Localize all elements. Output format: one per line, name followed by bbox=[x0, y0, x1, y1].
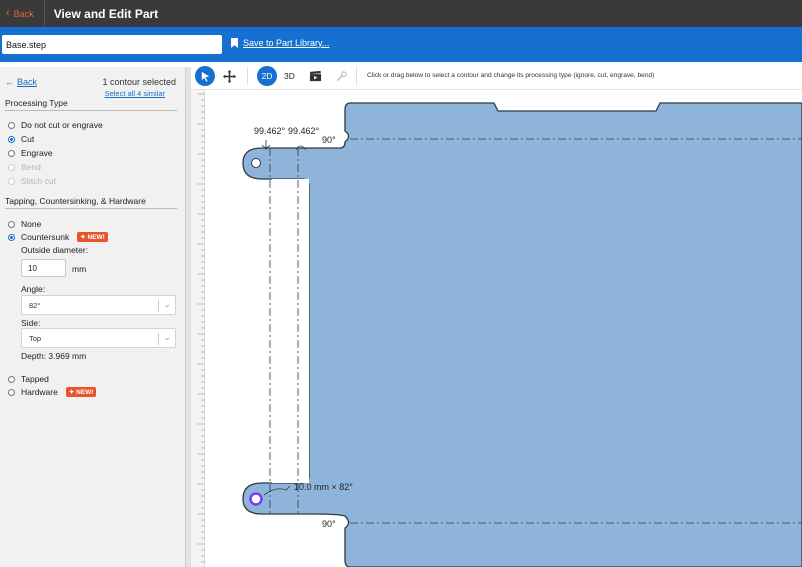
outside-diameter-label: Outside diameter: bbox=[21, 245, 89, 255]
side-label: Side: bbox=[21, 318, 41, 328]
panel-back-link[interactable]: ← Back bbox=[5, 77, 37, 87]
chevron-down-icon: ⌄ bbox=[163, 299, 171, 309]
countersink-annotation: 10.0 mm × 82° bbox=[294, 482, 353, 492]
angle-label: Angle: bbox=[21, 284, 46, 294]
option-label: Stitch cut bbox=[21, 176, 56, 186]
option-cut[interactable]: Cut bbox=[8, 134, 34, 144]
animate-button[interactable] bbox=[305, 66, 325, 86]
header-back-label: Back bbox=[13, 8, 34, 19]
option-tapped[interactable]: Tapped bbox=[8, 374, 49, 384]
option-hardware[interactable]: Hardware ✦ NEW! bbox=[8, 387, 97, 397]
processing-type-heading: Processing Type bbox=[5, 98, 177, 111]
option-do-not-cut[interactable]: Do not cut or engrave bbox=[8, 120, 103, 130]
radio-button[interactable] bbox=[8, 121, 15, 129]
vertical-ruler bbox=[191, 90, 205, 567]
option-label: Do not cut or engrave bbox=[21, 120, 103, 130]
part-drawing[interactable]: 99.462° 99.462° 90° 90° 10.0 mm × 82° bbox=[191, 90, 802, 567]
radio-button-disabled bbox=[8, 163, 15, 171]
hole-top bbox=[251, 158, 261, 168]
slot-cutout bbox=[272, 179, 309, 483]
option-label: Hardware bbox=[21, 387, 58, 397]
chevron-left-icon: ‹ bbox=[6, 7, 10, 19]
pan-tool-button[interactable] bbox=[219, 66, 239, 86]
option-label: Cut bbox=[21, 134, 35, 144]
save-to-library-label: Save to Part Library... bbox=[243, 38, 330, 48]
part-canvas[interactable]: 99.462° 99.462° 90° 90° 10.0 mm × 82° bbox=[191, 90, 802, 567]
angle-label-right: 99.462° bbox=[288, 126, 320, 136]
option-engrave[interactable]: Engrave bbox=[8, 148, 53, 158]
option-label: Engrave bbox=[21, 148, 53, 158]
new-badge: ✦ NEW! bbox=[77, 232, 108, 242]
option-bend: Bend bbox=[8, 162, 41, 172]
option-stitch-cut: Stitch cut bbox=[8, 176, 56, 186]
option-label: Tapped bbox=[21, 374, 49, 384]
save-to-library-link[interactable]: Save to Part Library... bbox=[231, 38, 329, 48]
chevron-down-icon: ⌄ bbox=[163, 332, 171, 342]
unit-label: mm bbox=[72, 264, 87, 274]
bookmark-icon bbox=[231, 38, 238, 48]
tapping-heading: Tapping, Countersinking, & Hardware bbox=[5, 196, 177, 209]
radio-button[interactable] bbox=[8, 375, 15, 383]
page-title: View and Edit Part bbox=[53, 6, 159, 21]
option-countersunk[interactable]: Countersunk ✦ NEW! bbox=[8, 232, 108, 242]
contour-count: 1 contour selected bbox=[102, 77, 176, 87]
filename-input[interactable] bbox=[2, 35, 222, 54]
option-label: Bend bbox=[21, 162, 41, 172]
new-badge: ✦ NEW! bbox=[65, 387, 97, 397]
option-label: None bbox=[21, 219, 42, 229]
measure-tool-button[interactable] bbox=[331, 66, 351, 86]
file-bar: Save to Part Library... bbox=[0, 27, 802, 62]
radio-button-selected[interactable] bbox=[8, 233, 15, 241]
angle-value: 82° bbox=[29, 301, 41, 310]
option-label: Countersunk bbox=[21, 232, 70, 242]
panel-back-label: Back bbox=[17, 77, 38, 87]
bend-angle-top: 90° bbox=[322, 135, 336, 145]
radio-button-selected[interactable] bbox=[8, 135, 15, 143]
toolbar-hint: Click or drag below to select a contour … bbox=[367, 72, 655, 79]
clapperboard-icon bbox=[309, 70, 321, 82]
side-select[interactable]: Top ⌄ bbox=[21, 328, 176, 348]
outside-diameter-input[interactable] bbox=[21, 259, 66, 277]
radio-button[interactable] bbox=[8, 149, 15, 157]
select-tool-button[interactable] bbox=[195, 66, 215, 86]
header-back-button[interactable]: ‹ Back bbox=[0, 0, 45, 27]
move-icon bbox=[222, 69, 236, 83]
radio-button[interactable] bbox=[8, 388, 15, 396]
option-none[interactable]: None bbox=[8, 219, 41, 229]
depth-readout: Depth: 3.969 mm bbox=[21, 351, 87, 361]
radio-button-disabled bbox=[8, 177, 15, 185]
hole-countersunk-selected bbox=[249, 492, 263, 506]
radio-button[interactable] bbox=[8, 220, 15, 228]
arrow-left-icon: ← bbox=[5, 77, 14, 87]
angle-select[interactable]: 82° ⌄ bbox=[21, 295, 176, 315]
part-outline bbox=[242, 102, 802, 567]
bend-angle-bottom: 90° bbox=[322, 519, 336, 529]
view-3d-button[interactable]: 3D bbox=[284, 71, 295, 81]
title-bar: ‹ Back View and Edit Part bbox=[0, 0, 802, 27]
side-value: Top bbox=[29, 334, 42, 343]
pointer-icon bbox=[201, 71, 209, 82]
view-2d-button[interactable]: 2D bbox=[257, 66, 277, 86]
processing-panel: ← Back 1 contour selected Select all 4 s… bbox=[0, 67, 186, 567]
wrench-icon bbox=[336, 70, 347, 81]
ruler-ticks bbox=[197, 93, 205, 563]
select-all-similar-link[interactable]: Select all 4 similar bbox=[105, 89, 165, 98]
view-toolbar: 2D 3D Click or drag below to select a co… bbox=[191, 62, 802, 90]
angle-label-left: 99.462° bbox=[254, 126, 286, 136]
